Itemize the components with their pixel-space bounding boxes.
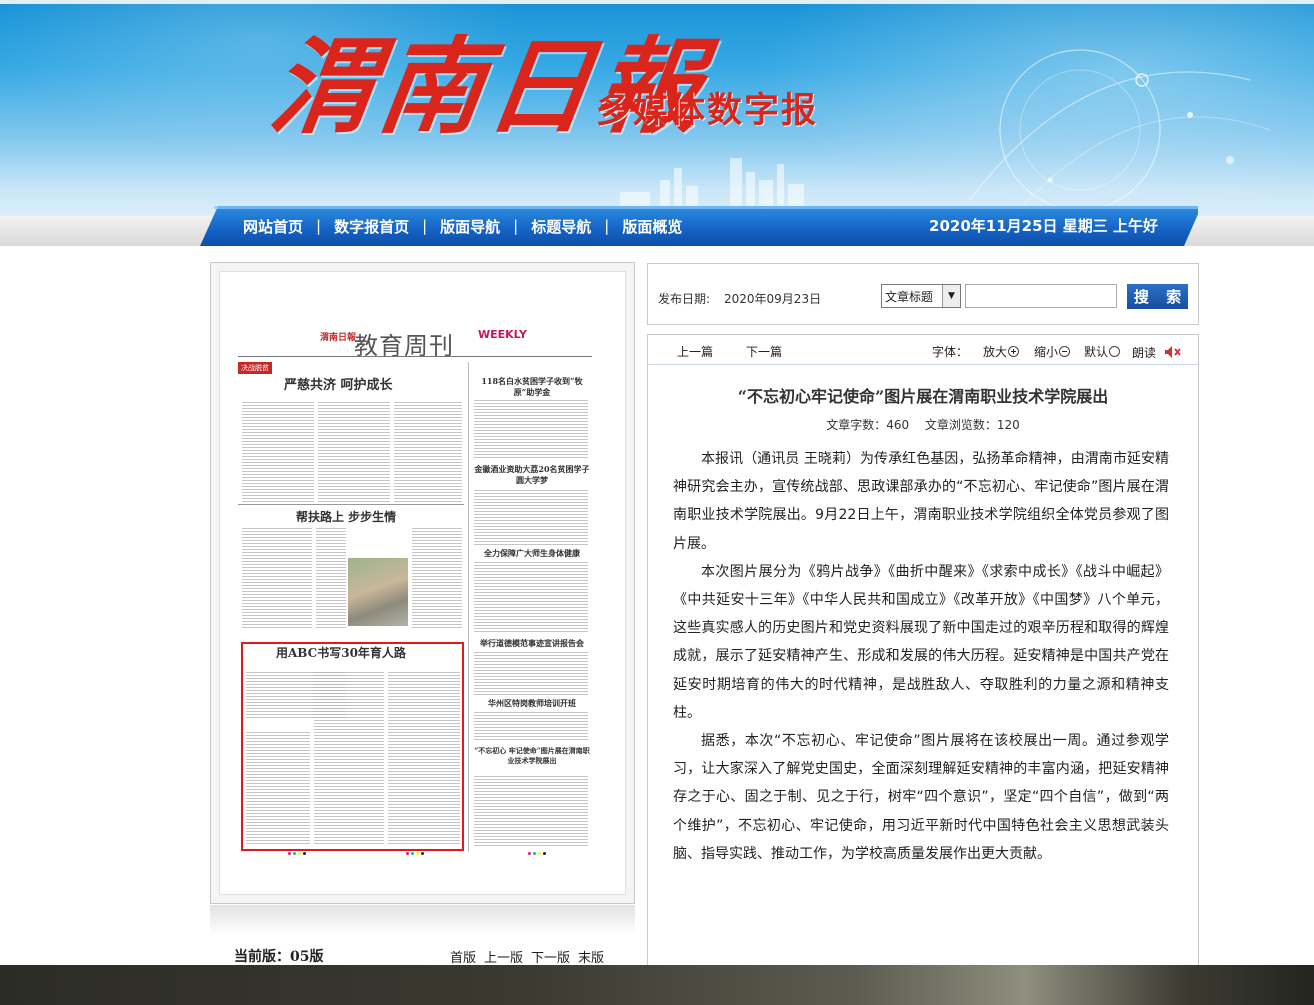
circle-icon	[1109, 346, 1121, 357]
paper-headline-link[interactable]: 帮扶路上 步步生情	[296, 508, 396, 525]
paper-headline-link[interactable]: 金徽酒业资助大荔20名贫困学子圆大学梦	[474, 464, 590, 486]
registration-marks	[288, 852, 306, 856]
prev-article-link[interactable]: 上一篇	[677, 343, 713, 360]
publish-date-label: 发布日期:	[658, 292, 711, 306]
paper-weekly-label: WEEKLY	[478, 328, 527, 341]
paper-rule	[238, 504, 464, 505]
article-toolbar: 上一篇 下一篇 字体： 放大 缩小 默认 朗读	[648, 335, 1198, 365]
paper-headline-link[interactable]: 118名白水贫困学子收到“牧原”助学金	[474, 376, 590, 398]
article-stats: 文章字数：460 文章浏览数：120	[826, 418, 1020, 432]
read-aloud-label: 朗读	[1132, 346, 1157, 360]
last-page-link[interactable]: 末版	[578, 947, 604, 966]
panel-shadow	[210, 905, 635, 935]
nav-date: 2020年11月25日 星期三 上午好	[929, 217, 1158, 235]
paper-headline-link[interactable]: 华州区特岗教师培训开班	[474, 698, 590, 709]
paper-text-block	[474, 712, 588, 742]
article-body: 本报讯（通讯员 王晓莉）为传承红色基因，弘扬革命精神，由渭南市延安精神研究会主办…	[673, 445, 1169, 868]
search-input[interactable]	[965, 284, 1117, 308]
paper-headline-link[interactable]: 举行道德模范事迹宣讲报告会	[474, 638, 590, 649]
read-aloud-control[interactable]: 朗读	[1132, 343, 1182, 361]
paper-text-block	[242, 402, 314, 502]
nav-separator: |	[316, 217, 322, 235]
default-size-label: 默认	[1084, 345, 1109, 359]
current-page-label: 当前版：05版	[234, 949, 324, 965]
minus-circle-icon	[1059, 346, 1071, 357]
article-paragraph: 本报讯（通讯员 王晓莉）为传承红色基因，弘扬革命精神，由渭南市延安精神研究会主办…	[673, 451, 1169, 552]
publish-date: 2020年09月23日	[724, 292, 822, 306]
newspaper-page-thumbnail[interactable]: 渭南日報 教育周刊 WEEKLY 决战脱贫 严慈共济 呵护成长 帮扶路上 步步生…	[238, 320, 592, 860]
search-select-value: 文章标题	[885, 289, 934, 304]
zoom-out-control[interactable]: 缩小	[1034, 343, 1071, 360]
search-field-select[interactable]: 文章标题 ▼	[881, 284, 961, 308]
paper-text-block	[474, 652, 588, 696]
next-page-link[interactable]: 下一版	[531, 947, 570, 966]
footer-bar	[0, 965, 1314, 1005]
article-panel: 上一篇 下一篇 字体： 放大 缩小 默认 朗读 “不忘初心牢记使命”图片展在渭南…	[647, 334, 1199, 974]
paper-text-block	[242, 528, 312, 628]
paper-text-block	[394, 402, 462, 502]
paper-text-block	[474, 400, 588, 460]
first-page-link[interactable]: 首版	[450, 947, 476, 966]
paper-column-rule	[468, 362, 469, 852]
paper-text-block	[246, 732, 310, 846]
page-links: 首版 上一版 下一版 末版	[450, 947, 604, 966]
paper-text-block	[388, 672, 460, 846]
chevron-down-icon[interactable]: ▼	[942, 285, 960, 307]
nav-separator: |	[422, 217, 428, 235]
paper-masthead: 渭南日報	[320, 333, 357, 343]
city-skyline	[620, 158, 804, 210]
nav-title-navigation[interactable]: 标题导航	[531, 216, 591, 237]
search-button[interactable]: 搜 索	[1127, 284, 1188, 309]
search-panel: 发布日期: 2020年09月23日 文章标题 ▼ 搜 索	[647, 263, 1199, 325]
paper-text-block	[412, 528, 462, 628]
paper-text-block	[316, 528, 346, 628]
nav-items: 网站首页 | 数字报首页 | 版面导航 | 标题导航 | 版面概览	[243, 206, 682, 246]
paper-photo	[348, 558, 408, 626]
paper-headline-link[interactable]: 严慈共济 呵护成长	[284, 374, 393, 393]
nav-separator: |	[604, 217, 610, 235]
article-paragraph: 据悉，本次“不忘初心、牢记使命”图片展将在该校展出一周。通过参观学习，让大家深入…	[673, 733, 1169, 862]
nav-page-navigation[interactable]: 版面导航	[440, 216, 500, 237]
paper-text-block	[474, 490, 588, 546]
paper-text-block	[474, 776, 588, 848]
paper-text-block	[314, 672, 384, 846]
paper-text-block	[474, 562, 588, 634]
nav-page-overview[interactable]: 版面概览	[622, 216, 682, 237]
page-navigation: 当前版：05版 首版 上一版 下一版 末版	[234, 946, 604, 966]
speaker-mute-icon	[1164, 346, 1181, 358]
zoom-in-control[interactable]: 放大	[983, 343, 1020, 360]
nav-site-home[interactable]: 网站首页	[243, 216, 303, 237]
main-nav: 网站首页 | 数字报首页 | 版面导航 | 标题导航 | 版面概览 2020年1…	[200, 206, 1198, 246]
paper-headline-link[interactable]: “不忘初心 牢记使命”图片展在渭南职业技术学院展出	[474, 746, 590, 766]
banner-top-line	[0, 0, 1314, 4]
nav-separator: |	[513, 217, 519, 235]
next-article-link[interactable]: 下一篇	[746, 343, 782, 360]
font-label: 字体：	[932, 345, 969, 359]
paper-headline-link[interactable]: 用ABC书写30年育人路	[276, 644, 406, 661]
logo-subtitle: 多媒体数字报	[596, 90, 819, 131]
paper-headline-link[interactable]: 全力保障广大师生身体健康	[474, 548, 590, 559]
plus-circle-icon	[1008, 346, 1020, 357]
zoom-out-label: 缩小	[1034, 345, 1059, 359]
paper-tag: 决战脱贫	[238, 362, 272, 374]
registration-marks	[406, 852, 424, 856]
registration-marks	[528, 852, 546, 856]
nav-epaper-home[interactable]: 数字报首页	[334, 216, 409, 237]
default-size-control[interactable]: 默认	[1084, 343, 1121, 360]
paper-text-block	[318, 402, 390, 502]
prev-page-link[interactable]: 上一版	[484, 947, 523, 966]
paper-rule	[238, 356, 592, 357]
article-title: “不忘初心牢记使命”图片展在渭南职业技术学院展出	[737, 387, 1109, 406]
decorative-arcs	[969, 49, 1270, 220]
article-paragraph: 本次图片展分为《鸦片战争》《曲折中醒来》《求索中成长》《战斗中崛起》《中共延安十…	[673, 563, 1169, 721]
zoom-in-label: 放大	[983, 345, 1008, 359]
